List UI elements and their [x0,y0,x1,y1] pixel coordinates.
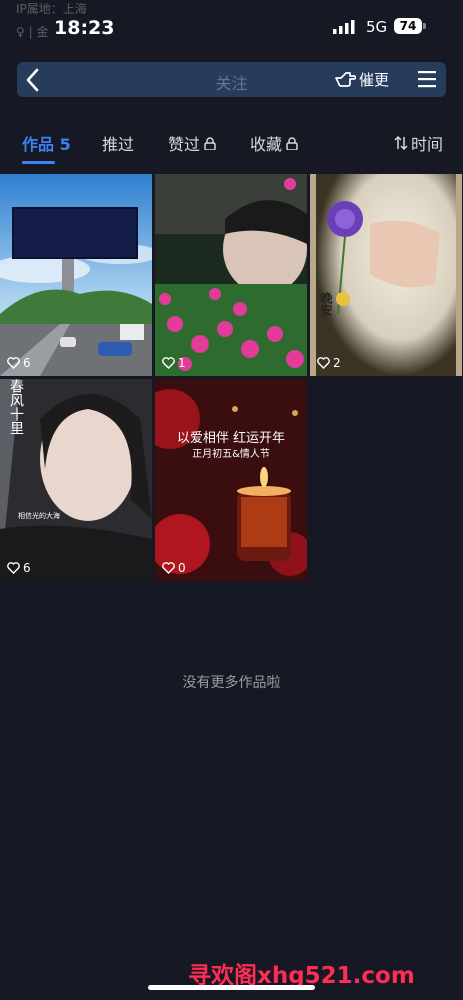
like-count: 2 [317,356,341,370]
heart-icon [162,357,175,369]
billboard-scene-image [0,174,152,376]
lock-icon [204,136,216,150]
tab-favorites-label: 收藏 [250,135,283,154]
tab-recommended[interactable]: 推过 [102,131,134,155]
menu-icon[interactable] [417,70,437,88]
like-count: 6 [7,356,31,370]
network-type: 5G [366,18,388,36]
post-thumbnail[interactable]: 1 [155,174,307,376]
sort-by-time-button[interactable]: 时间 [394,131,443,155]
like-count-value: 6 [23,561,31,575]
like-count-value: 1 [178,356,186,370]
heart-icon [7,562,20,574]
like-count: 1 [162,356,186,370]
overlay-text: 春风十里 [8,379,24,435]
like-count: 6 [7,561,31,575]
like-count-value: 0 [178,561,186,575]
tab-works-label: 作品 5 [22,135,71,154]
status-time: 18:23 [54,17,115,39]
overlay-text: 晚安 [319,292,333,316]
heart-icon [7,357,20,369]
active-tab-indicator [22,161,55,164]
candle-roses-image [155,379,307,581]
sort-label: 时间 [411,135,444,154]
nudge-update-button[interactable]: 催更 [334,68,389,90]
like-count-value: 2 [333,356,341,370]
tab-favorites[interactable]: 收藏 [250,131,298,155]
lock-icon [286,136,298,150]
hand-rose-image [310,174,462,376]
nav-title: 关注 [215,74,248,93]
profile-meta: ♀ | 金 [16,25,49,39]
tab-liked-label: 赞过 [168,135,201,154]
post-thumbnail[interactable]: 6 [0,174,152,376]
tab-works[interactable]: 作品 5 [22,131,71,155]
no-more-works-message: 没有更多作品啦 [182,675,281,691]
sort-icon [394,135,408,151]
like-count: 0 [162,561,186,575]
post-thumbnail[interactable]: 以爱相伴 红运开年 正月初五&情人节 0 [155,379,307,581]
signal-icon [333,20,355,34]
post-thumbnail[interactable]: 晚安 2 [310,174,462,376]
overlay-caption: 相信光的大海 [18,512,60,520]
tab-liked[interactable]: 赞过 [168,131,216,155]
heart-icon [317,357,330,369]
heart-icon [162,562,175,574]
nudge-label: 催更 [359,70,390,89]
overlay-title: 以爱相伴 红运开年 [176,431,286,446]
ip-location: IP属地：上海 [16,2,87,16]
like-count-value: 6 [23,356,31,370]
home-indicator [148,985,315,990]
battery-icon: 74 [394,18,422,34]
woman-flowers-image [155,174,307,376]
overlay-subtitle: 正月初五&情人节 [192,449,270,460]
hand-point-icon [335,72,356,87]
post-thumbnail[interactable]: 春风十里 相信光的大海 6 [0,379,152,581]
battery-tip [423,23,426,29]
tab-recommended-label: 推过 [102,135,135,154]
